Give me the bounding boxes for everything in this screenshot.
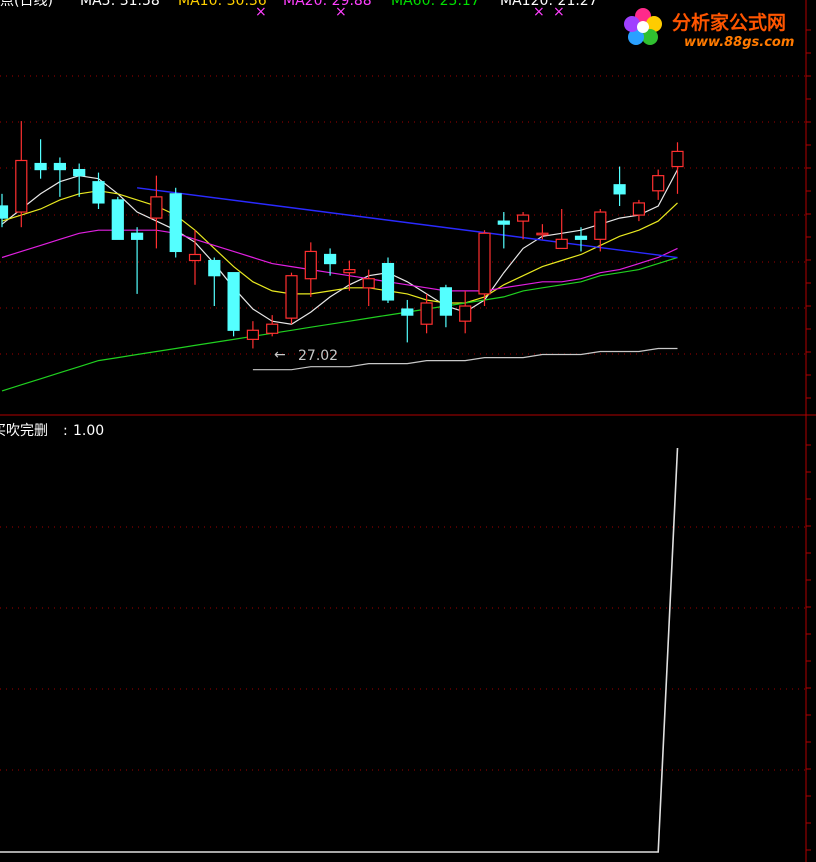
candle [594,209,607,252]
candle-body [343,269,356,274]
candle [420,293,433,334]
candle-body [266,323,279,334]
candle-body [227,272,240,331]
candle-body [92,181,105,204]
candle-body [478,232,491,295]
candle-body [246,329,259,340]
candle [285,272,298,325]
ma-line-ma10 [1,190,678,304]
legend-marker: × [255,4,267,20]
candle [150,175,163,249]
candle-body [169,193,182,253]
candle-body [594,211,607,240]
candle [613,166,626,206]
candle [671,142,684,194]
main-panel-frame [0,0,816,862]
candle [304,242,317,297]
candle-body [536,232,549,236]
candle-body [324,253,337,265]
candle [516,212,530,240]
candle [555,209,568,250]
candle-body [420,302,433,325]
candle [459,290,472,334]
candle-body [362,278,375,289]
candle [15,121,28,228]
logo-name: 分析家公式网 [672,12,787,34]
candle-body [439,287,452,316]
candle-body [632,202,646,216]
legend-marker: × [533,4,545,20]
min-price-label: 27.02 [298,348,338,364]
logo-url: www.88gs.com [684,35,795,50]
candle [208,257,221,307]
candle [169,187,182,258]
candle [227,272,240,337]
indicator-line [0,447,679,853]
candle-body [304,250,317,280]
candle-body [381,262,395,301]
candle-body [0,205,9,219]
candle-body [497,220,510,225]
candle-body [574,235,588,240]
candle-body [671,150,684,168]
legend-marker: × [335,4,347,20]
legend: 要点(日线) MA5: 31.58 MA10: 30.36 MA20: 29.8… [0,0,598,20]
indicator-panel-grid [0,526,806,771]
candle [652,169,665,200]
ma-line-ma60 [1,256,678,392]
main-panel-ticks [806,29,811,399]
candle [381,257,395,303]
candle-body [652,175,665,192]
candle-body [34,162,47,171]
indicator-title: 买吹完删 [0,423,48,439]
candle-body [401,308,414,316]
candle-body [285,275,298,319]
candle [632,199,646,222]
candles [0,121,684,349]
legend-ma20: MA20: 29.88 [283,0,372,9]
indicator-value: 1.00 [73,423,104,439]
candle-body [131,232,144,240]
candle-body [111,199,124,240]
stock-chart: 27.02 ← 要点(日线) MA5: 31.58 MA10: 30.36 MA… [0,0,816,862]
candle-body [459,305,472,322]
candle-body [555,238,568,250]
candle [34,139,47,179]
candle [131,227,144,294]
legend-ma120: MA120: 21.27 [500,0,598,9]
candle [439,284,452,328]
legend-ma10: MA10: 30.36 [178,0,267,9]
indicator-colon: : [63,423,68,439]
candle-body [73,168,86,177]
candle-body [188,253,202,262]
candle-body [150,196,163,219]
candle-body [613,184,626,195]
min-price-arrow: ← [274,347,286,363]
indicator-panel-ticks [806,444,811,851]
candle [73,163,86,197]
candle [536,224,549,240]
candle [111,196,124,240]
legend-ma60: MA60: 25.17 [391,0,480,9]
min-price-marker: 27.02 ← [274,347,338,364]
candle-body [15,159,28,213]
candle-body [516,214,530,222]
candle-body [53,162,67,171]
legend-marker: × [553,4,565,20]
candle [497,212,510,249]
candle [401,299,414,343]
candle [53,157,67,197]
legend-title: 要点(日线) [0,0,53,9]
candle-body [208,259,221,277]
candle [246,321,259,349]
legend-ma5: MA5: 31.58 [80,0,160,9]
